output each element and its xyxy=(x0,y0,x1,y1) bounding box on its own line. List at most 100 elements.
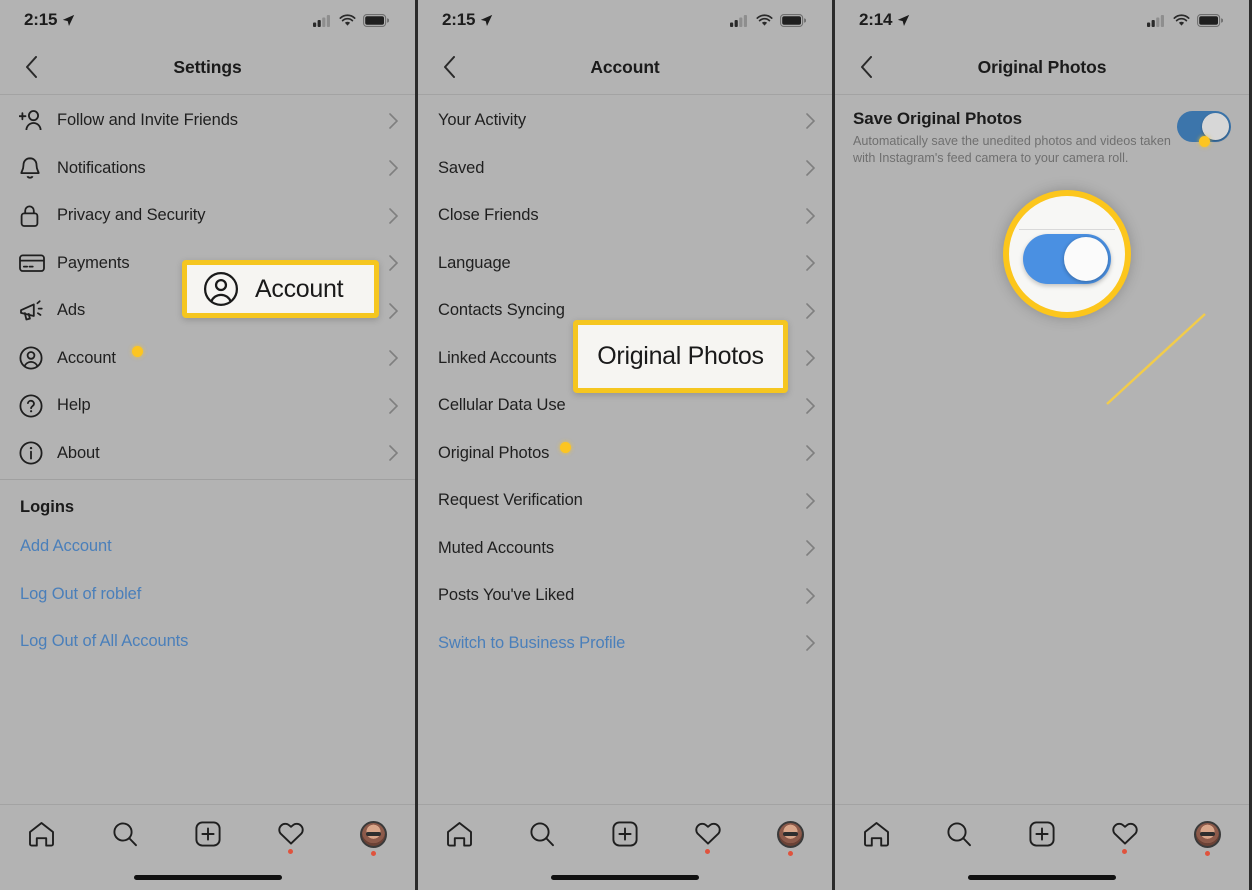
phone-panel-original-photos: 2:14 Original Photos Save Original Photo… xyxy=(835,0,1249,890)
tab-profile[interactable] xyxy=(332,821,415,856)
battery-icon xyxy=(363,13,389,27)
sidebar-item-follow-invite-friends[interactable]: Follow and Invite Friends xyxy=(0,97,415,145)
setting-description: Automatically save the unedited photos a… xyxy=(853,134,1171,165)
tab-new-post[interactable] xyxy=(584,821,667,847)
chevron-left-icon xyxy=(443,56,455,78)
tab-activity[interactable] xyxy=(249,821,332,854)
magnified-toggle-knob xyxy=(1064,237,1108,281)
lock-icon xyxy=(19,203,49,229)
three-phone-screenshot-composite: 2:15 Settings Follow and Invite Friends … xyxy=(0,0,1252,890)
battery-icon xyxy=(1197,13,1223,27)
back-button[interactable] xyxy=(18,54,44,80)
add-person-icon xyxy=(19,108,49,134)
page-title: Settings xyxy=(173,56,242,77)
status-clock: 2:14 xyxy=(859,10,910,30)
account-item-label: Saved xyxy=(438,158,485,177)
status-clock: 2:15 xyxy=(24,10,75,30)
megaphone-icon xyxy=(19,298,49,324)
location-arrow-icon xyxy=(481,14,493,26)
chevron-right-icon xyxy=(387,158,399,178)
activity-badge-dot xyxy=(288,849,293,854)
nav-bar: Original Photos xyxy=(835,40,1249,95)
callout-anchor-dot-account xyxy=(132,346,143,357)
sidebar-item-label: Notifications xyxy=(57,158,146,177)
heart-icon xyxy=(277,822,304,845)
person-circle-icon xyxy=(203,271,239,307)
profile-avatar-icon xyxy=(777,821,805,848)
tab-activity[interactable] xyxy=(666,821,749,854)
location-arrow-icon xyxy=(63,14,75,26)
location-arrow-icon xyxy=(898,14,910,26)
chevron-left-icon xyxy=(860,56,872,78)
login-item-add-account[interactable]: Add Account xyxy=(0,523,415,571)
info-circle-icon xyxy=(19,440,49,466)
chevron-left-icon xyxy=(25,56,37,78)
back-button[interactable] xyxy=(853,54,879,80)
login-item-log-out-user[interactable]: Log Out of roblef xyxy=(0,571,415,619)
account-item-label: Contacts Syncing xyxy=(438,301,565,320)
chevron-right-icon xyxy=(387,396,399,416)
sidebar-item-about[interactable]: About xyxy=(0,430,415,478)
tab-search[interactable] xyxy=(918,821,1001,847)
account-item-close-friends[interactable]: Close Friends xyxy=(418,192,832,240)
account-item-label: Language xyxy=(438,253,511,272)
home-icon xyxy=(446,822,472,847)
sidebar-item-account[interactable]: Account xyxy=(0,335,415,383)
account-item-switch-to-business-profile[interactable]: Switch to Business Profile xyxy=(418,620,832,668)
sidebar-item-label: Account xyxy=(57,348,116,367)
chevron-right-icon xyxy=(804,348,816,368)
status-bar: 2:14 xyxy=(835,0,1249,40)
chevron-right-icon xyxy=(804,158,816,178)
callout-label: Account xyxy=(255,274,344,303)
home-indicator xyxy=(968,874,1116,880)
account-item-language[interactable]: Language xyxy=(418,240,832,288)
wifi-icon xyxy=(339,13,356,26)
profile-avatar-icon xyxy=(1194,821,1222,848)
account-item-muted-accounts[interactable]: Muted Accounts xyxy=(418,525,832,573)
account-item-label: Request Verification xyxy=(438,491,583,510)
tab-activity[interactable] xyxy=(1083,821,1166,854)
account-item-label: Cellular Data Use xyxy=(438,396,566,415)
search-icon xyxy=(530,822,555,847)
tab-new-post[interactable] xyxy=(1001,821,1084,847)
account-item-posts-youve-liked[interactable]: Posts You've Liked xyxy=(418,572,832,620)
tab-home[interactable] xyxy=(835,821,918,847)
back-button[interactable] xyxy=(436,54,462,80)
sidebar-item-help[interactable]: Help xyxy=(0,382,415,430)
activity-badge-dot xyxy=(1122,849,1128,854)
account-item-original-photos[interactable]: Original Photos xyxy=(418,430,832,478)
chevron-right-icon xyxy=(804,633,816,653)
account-item-request-verification[interactable]: Request Verification xyxy=(418,477,832,525)
page-title: Original Photos xyxy=(977,56,1107,77)
sidebar-item-label: About xyxy=(57,443,100,462)
account-item-saved[interactable]: Saved xyxy=(418,145,832,193)
tab-search[interactable] xyxy=(501,821,584,847)
account-item-label: Posts You've Liked xyxy=(438,586,575,605)
status-clock: 2:15 xyxy=(442,10,493,30)
tab-home[interactable] xyxy=(418,821,501,847)
tab-search[interactable] xyxy=(83,821,166,847)
tab-profile[interactable] xyxy=(1166,821,1249,856)
tab-home[interactable] xyxy=(0,821,83,847)
account-item-your-activity[interactable]: Your Activity xyxy=(418,97,832,145)
login-item-label: Log Out of roblef xyxy=(20,584,142,603)
save-original-photos-setting: Save Original Photos Automatically save … xyxy=(835,95,1249,166)
chevron-right-icon xyxy=(387,301,399,321)
chevron-right-icon xyxy=(804,111,816,131)
tab-new-post[interactable] xyxy=(166,821,249,847)
account-item-label: Close Friends xyxy=(438,206,539,225)
tab-profile[interactable] xyxy=(749,821,832,856)
account-item-label: Switch to Business Profile xyxy=(438,633,626,652)
chevron-right-icon xyxy=(387,348,399,368)
chevron-right-icon xyxy=(804,538,816,558)
account-item-label: Original Photos xyxy=(438,443,550,462)
sidebar-item-label: Privacy and Security xyxy=(57,206,206,225)
account-item-label: Muted Accounts xyxy=(438,538,555,557)
chevron-right-icon xyxy=(804,491,816,511)
question-circle-icon xyxy=(19,393,49,419)
login-item-log-out-all[interactable]: Log Out of All Accounts xyxy=(0,618,415,666)
chevron-right-icon xyxy=(804,396,816,416)
status-time: 2:14 xyxy=(859,10,893,29)
sidebar-item-notifications[interactable]: Notifications xyxy=(0,145,415,193)
sidebar-item-privacy-and-security[interactable]: Privacy and Security xyxy=(0,192,415,240)
